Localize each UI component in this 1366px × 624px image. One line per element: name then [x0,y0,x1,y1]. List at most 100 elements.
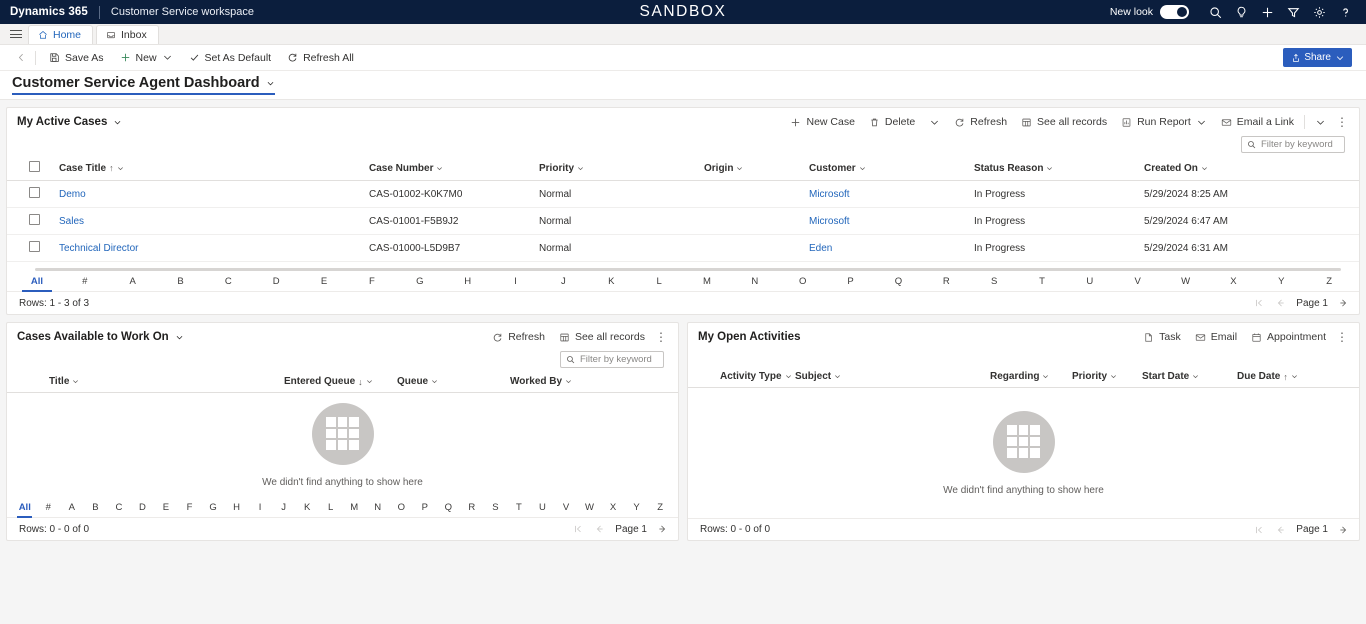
appointment-button[interactable]: Appointment [1244,326,1333,348]
alpha-filter-r[interactable]: R [922,276,970,291]
alpha-filter-c[interactable]: C [107,502,131,517]
alpha-filter-o[interactable]: O [779,276,827,291]
alpha-filter-z[interactable]: Z [648,502,672,517]
row-checkbox[interactable] [29,214,40,225]
column-header-priority[interactable]: Priority [1072,366,1142,388]
column-header-case-number[interactable]: Case Number [369,156,539,181]
lightbulb-icon[interactable] [1228,0,1254,24]
more-commands-icon[interactable]: ⋮ [652,330,670,344]
alpha-filter-h[interactable]: H [444,276,492,291]
task-button[interactable]: Task [1136,326,1188,348]
alpha-filter-u[interactable]: U [1066,276,1114,291]
alpha-filter-f[interactable]: F [348,276,396,291]
alpha-filter-w[interactable]: W [1162,276,1210,291]
alpha-filter-y[interactable]: Y [1257,276,1305,291]
alpha-filter-q[interactable]: Q [874,276,922,291]
alpha-filter-o[interactable]: O [390,502,414,517]
alpha-filter-all[interactable]: All [13,502,37,518]
alpha-filter-all[interactable]: All [13,276,61,292]
row-checkbox[interactable] [29,187,40,198]
alpha-filter-h[interactable]: H [225,502,249,517]
see-all-records-button[interactable]: See all records [552,326,652,348]
see-all-records-button[interactable]: See all records [1014,111,1114,133]
save-as-button[interactable]: Save As [41,46,112,70]
alpha-filter-i[interactable]: I [492,276,540,291]
alpha-filter-b[interactable]: B [84,502,108,517]
refresh-all-button[interactable]: Refresh All [279,46,362,70]
alpha-filter-b[interactable]: B [157,276,205,291]
alpha-filter-u[interactable]: U [531,502,555,517]
column-header-activity-type[interactable]: Activity Type [720,366,795,388]
alpha-filter-m[interactable]: M [683,276,731,291]
column-header-due-date[interactable]: Due Date ↑ [1237,366,1359,388]
search-icon[interactable] [1202,0,1228,24]
alpha-filter-k[interactable]: K [295,502,319,517]
help-icon[interactable] [1332,0,1358,24]
column-header-customer[interactable]: Customer [809,156,974,181]
alpha-filter-q[interactable]: Q [437,502,461,517]
new-button[interactable]: New [112,46,181,70]
hamburger-menu-icon[interactable] [4,23,28,44]
alpha-filter-v[interactable]: V [554,502,578,517]
alpha-filter-k[interactable]: K [587,276,635,291]
delete-more-chevron[interactable] [922,111,947,133]
cell-case-title[interactable]: Demo [59,180,369,208]
cases-available-title-group[interactable]: Cases Available to Work On [17,331,184,343]
alpha-filter-a[interactable]: A [60,502,84,517]
refresh-button[interactable]: Refresh [485,326,552,348]
table-row[interactable]: Technical Director CAS-01000-L5D9B7 Norm… [7,234,1359,262]
alpha-filter-v[interactable]: V [1114,276,1162,291]
delete-button[interactable]: Delete [862,111,922,133]
column-header-priority[interactable]: Priority [539,156,704,181]
alpha-filter-z[interactable]: Z [1305,276,1353,291]
column-header-regarding[interactable]: Regarding [990,366,1072,388]
alpha-filter-s[interactable]: S [970,276,1018,291]
alpha-filter-t[interactable]: T [1018,276,1066,291]
gear-icon[interactable] [1306,0,1332,24]
email-button[interactable]: Email [1188,326,1244,348]
alpha-filter-m[interactable]: M [342,502,366,517]
alpha-filter-j[interactable]: J [272,502,296,517]
column-header-worked-by[interactable]: Worked By [510,371,678,393]
alpha-filter-d[interactable]: D [252,276,300,291]
alpha-filter-s[interactable]: S [484,502,508,517]
alpha-filter-p[interactable]: P [827,276,875,291]
new-case-button[interactable]: New Case [783,111,861,133]
column-header-entered-queue[interactable]: Entered Queue ↓ [284,371,397,393]
cell-customer[interactable]: Microsoft [809,207,974,235]
share-button[interactable]: Share [1283,48,1352,67]
row-checkbox-cell[interactable] [7,234,59,262]
column-header-status-reason[interactable]: Status Reason [974,156,1144,181]
column-header-origin[interactable]: Origin [704,156,809,181]
dashboard-selector[interactable]: Customer Service Agent Dashboard [12,75,275,95]
table-row[interactable]: Demo CAS-01002-K0K7M0 Normal Microsoft I… [7,180,1359,208]
row-checkbox-cell[interactable] [7,180,59,208]
more-commands-icon[interactable]: ⋮ [1333,115,1351,129]
search-input[interactable]: Filter by keyword [560,351,664,368]
alpha-filter-f[interactable]: F [178,502,202,517]
cell-case-title[interactable]: Sales [59,207,369,235]
alpha-filter-n[interactable]: N [731,276,779,291]
back-arrow-icon[interactable] [10,52,32,63]
alpha-filter-e[interactable]: E [300,276,348,291]
alpha-filter-hash[interactable]: # [37,502,61,517]
filter-icon[interactable] [1280,0,1306,24]
plus-icon[interactable] [1254,0,1280,24]
tab-inbox[interactable]: Inbox [96,25,159,44]
column-header-subject[interactable]: Subject [795,366,990,388]
column-header-title[interactable]: Title [49,371,284,393]
alpha-filter-t[interactable]: T [507,502,531,517]
alpha-filter-n[interactable]: N [366,502,390,517]
search-input[interactable]: Filter by keyword [1241,136,1345,153]
alpha-filter-r[interactable]: R [460,502,484,517]
alpha-filter-l[interactable]: L [319,502,343,517]
alpha-filter-w[interactable]: W [578,502,602,517]
row-checkbox[interactable] [29,241,40,252]
alpha-filter-a[interactable]: A [109,276,157,291]
row-checkbox-cell[interactable] [7,207,59,235]
more-commands-icon[interactable]: ⋮ [1333,330,1351,344]
alpha-filter-l[interactable]: L [635,276,683,291]
alpha-filter-j[interactable]: J [539,276,587,291]
cell-customer[interactable]: Microsoft [809,180,974,208]
cell-case-title[interactable]: Technical Director [59,234,369,262]
